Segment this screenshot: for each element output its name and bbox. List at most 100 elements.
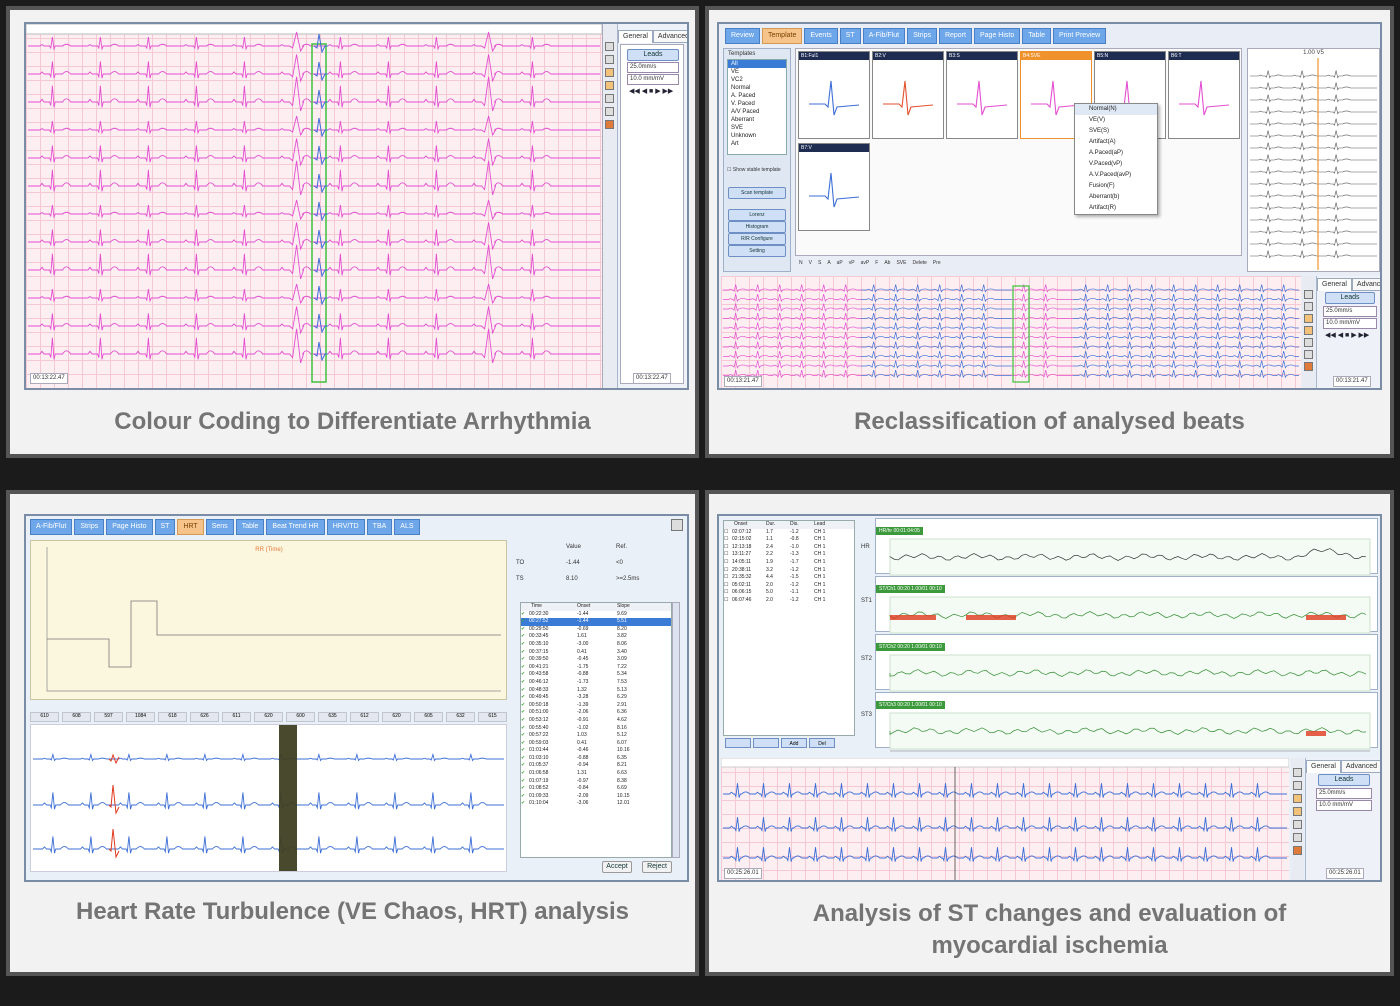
tab-item[interactable]: HRT: [177, 519, 204, 535]
marker-icon[interactable]: [1293, 833, 1302, 842]
table-row[interactable]: ☐ 14:05:11 1.9 -1.7 CH 1: [724, 559, 854, 567]
side-button[interactable]: Setting: [728, 245, 786, 257]
toolbar-button[interactable]: aP: [837, 260, 843, 266]
caliper-icon[interactable]: [605, 68, 614, 77]
table-row[interactable]: ✔ 01:07:19 -0.97 8.38: [521, 778, 671, 786]
tab-item[interactable]: Beat Trend HR: [266, 519, 325, 535]
tab-advanced[interactable]: Advanced: [652, 30, 687, 43]
row-checkbox[interactable]: ☐: [724, 582, 732, 590]
table-header-cell[interactable]: Onset: [724, 521, 766, 529]
caliper-icon[interactable]: [1304, 314, 1313, 323]
table-row[interactable]: ☐ 21:35:32 4.4 -1.5 CH 1: [724, 574, 854, 582]
event-icon[interactable]: [1304, 362, 1313, 371]
row-checkbox[interactable]: ☐: [724, 529, 732, 537]
tab-item[interactable]: Events: [804, 28, 838, 44]
template-cell[interactable]: B1:Ful1: [798, 51, 870, 139]
speed-select[interactable]: 25.0mm/s: [1316, 788, 1372, 799]
table-row[interactable]: ✔ 00:33:45 1.61 3.82: [521, 633, 671, 641]
template-list-item[interactable]: VE: [728, 68, 786, 76]
table-row[interactable]: ✔ 00:59:03 0.41 6.07: [521, 740, 671, 748]
selected-beat-box[interactable]: [311, 43, 327, 383]
context-menu-item[interactable]: SVE(S): [1075, 126, 1157, 137]
trend-strip[interactable]: ST/Ch2 00:20 1.00/01 00:10: [875, 634, 1378, 694]
table-row[interactable]: ✔ 00:49:45 -3.28 6.29: [521, 694, 671, 702]
row-checkbox[interactable]: ☐: [724, 574, 732, 582]
selected-beat-box[interactable]: [1012, 285, 1030, 383]
table-row[interactable]: ✔ 01:03:10 -0.88 6.35: [521, 755, 671, 763]
table-row[interactable]: ✔ 00:39:50 -0.45 3.09: [521, 656, 671, 664]
zoom-icon[interactable]: [1304, 338, 1313, 347]
ecg-view[interactable]: 00:13:21.47: [721, 276, 1301, 388]
ecg-view[interactable]: 00:13:22.47: [26, 24, 603, 388]
table-row[interactable]: ☐ 13:11:27 2.2 -1.3 CH 1: [724, 551, 854, 559]
side-button[interactable]: Scan template: [728, 187, 786, 199]
tab-item[interactable]: ST: [839, 28, 861, 44]
template-list-item[interactable]: A/V Paced: [728, 108, 786, 116]
row-checkbox[interactable]: ☐: [724, 589, 732, 597]
list-button[interactable]: Add: [781, 738, 807, 748]
context-menu-item[interactable]: A.V.Paced(avP): [1075, 170, 1157, 181]
hrt-event-table[interactable]: Time Onset Slope ✔ 00:22:30 -1.44 9.69 ✔ 00:27:5…: [520, 602, 672, 858]
template-list-item[interactable]: Unknown: [728, 132, 786, 140]
table-row[interactable]: ☐ 02:07:12 1.7 -1.2 CH 1: [724, 529, 854, 537]
table-row[interactable]: ✔ 00:50:18 -1.39 2.91: [521, 702, 671, 710]
tab-item[interactable]: Page Histo: [973, 28, 1021, 44]
tab-general[interactable]: General: [1306, 760, 1341, 773]
accept-button[interactable]: Accept: [602, 861, 632, 873]
marker-icon[interactable]: [1304, 350, 1313, 359]
overlay-strip[interactable]: 1.00 V5: [1247, 48, 1380, 272]
list-button[interactable]: [725, 738, 751, 748]
table-row[interactable]: ✔ 00:29:50 -0.69 8.20: [521, 626, 671, 634]
table-row[interactable]: ✔ 00:51:00 -2.06 6.36: [521, 709, 671, 717]
ecg-view[interactable]: [30, 724, 507, 872]
tab-item[interactable]: Strips: [74, 519, 105, 535]
measure-icon[interactable]: [605, 81, 614, 90]
toolbar-button[interactable]: F: [875, 260, 878, 266]
reject-button[interactable]: Reject: [642, 861, 672, 873]
print-icon[interactable]: [671, 519, 683, 531]
table-row[interactable]: ☐ 06:06:15 5.0 -1.1 CH 1: [724, 589, 854, 597]
camera-icon[interactable]: [1304, 302, 1313, 311]
table-header-cell[interactable]: Onset: [577, 603, 617, 611]
playback-controls[interactable]: ◀◀ ◀ ■ ▶ ▶▶: [629, 87, 673, 95]
context-menu-item[interactable]: Fusion(F): [1075, 181, 1157, 192]
template-list-item[interactable]: SVE: [728, 124, 786, 132]
table-header-cell[interactable]: Dur.: [766, 521, 790, 529]
camera-icon[interactable]: [1293, 781, 1302, 790]
side-button[interactable]: Histogram: [728, 221, 786, 233]
table-row[interactable]: ☐ 12:13:18 2.4 -1.0 CH 1: [724, 544, 854, 552]
tab-item[interactable]: ALS: [394, 519, 420, 535]
zoom-icon[interactable]: [1293, 820, 1302, 829]
side-button[interactable]: Lorenz: [728, 209, 786, 221]
tab-item[interactable]: Report: [938, 28, 972, 44]
table-row[interactable]: ☐ 06:07:46 2.0 -1.2 CH 1: [724, 597, 854, 605]
tab-item[interactable]: Strips: [907, 28, 937, 44]
tab-item[interactable]: Review: [725, 28, 760, 44]
measure-icon[interactable]: [1304, 326, 1313, 335]
context-menu-item[interactable]: Aberrant(b): [1075, 192, 1157, 203]
template-cell[interactable]: B7:V: [798, 143, 870, 231]
row-checkbox[interactable]: ☐: [724, 536, 732, 544]
context-menu-item[interactable]: Artifact(A): [1075, 137, 1157, 148]
table-header-cell[interactable]: Time: [521, 603, 577, 611]
row-checkbox[interactable]: ☐: [724, 567, 732, 575]
table-header-cell[interactable]: Dis.: [790, 521, 814, 529]
template-list[interactable]: All VE VC2 Normal A. Paced V. Paced A/V Paced A…: [727, 59, 787, 155]
table-row[interactable]: ✔ 00:22:30 -1.44 9.69: [521, 611, 671, 619]
gain-select[interactable]: 10.0 mm/mV: [627, 74, 679, 85]
row-checkbox[interactable]: ☐: [724, 551, 732, 559]
table-row[interactable]: ✔ 00:48:33 1.32 5.13: [521, 687, 671, 695]
table-row[interactable]: ✔ 00:27:52 -1.44 5.51: [521, 618, 671, 626]
ecg-view[interactable]: 00:25:26.01: [720, 757, 1290, 880]
context-menu-item[interactable]: VE(V): [1075, 115, 1157, 126]
table-row[interactable]: ✔ 00:43:58 -0.88 5.34: [521, 671, 671, 679]
toolbar-button[interactable]: Pre: [933, 260, 941, 266]
table-header-cell[interactable]: Slope: [617, 603, 657, 611]
table-row[interactable]: ☐ 02:15:02 1.1 -0.8 CH 1: [724, 536, 854, 544]
context-menu-item[interactable]: A.Paced(aP): [1075, 148, 1157, 159]
print-icon[interactable]: [605, 42, 614, 51]
list-button[interactable]: Del: [809, 738, 835, 748]
tab-item[interactable]: Page Histo: [106, 519, 153, 535]
playback-controls[interactable]: ◀◀ ◀ ■ ▶ ▶▶: [1325, 331, 1369, 339]
trend-strip[interactable]: ST/Ch1 00:20 1.00/01 00:10: [875, 576, 1378, 636]
